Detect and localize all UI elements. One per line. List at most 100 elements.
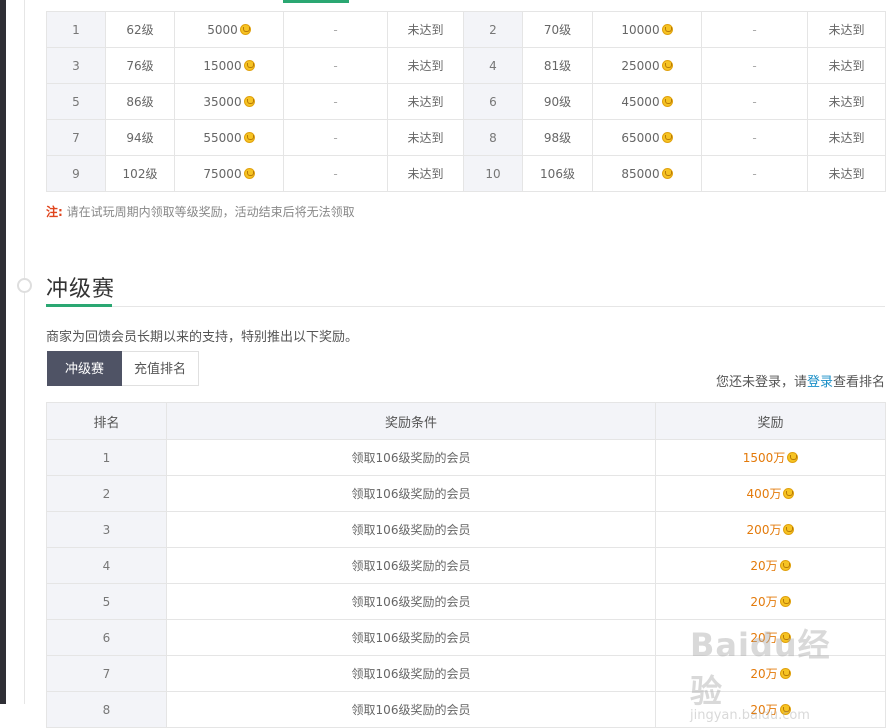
level-requirement: 90级 [522,83,593,120]
level-requirement-text: 86级 [126,95,154,109]
level-requirement-text: 81级 [543,59,572,73]
level-state-text: 未达到 [828,59,865,73]
timeline-dot-icon [17,278,32,293]
coin-icon [243,167,255,179]
level-table-row: 7 94级 55000 - 未达到 8 98级 65000 - 未达到 [46,119,886,156]
login-prompt: 您还未登录，请登录查看排名 [716,371,885,390]
level-index-text: 10 [485,166,501,181]
level-claim-status-text: - [333,22,338,37]
level-requirement: 98级 [522,119,593,156]
rank-condition: 领取106级奖励的会员 [166,439,656,476]
rank-reward: 20万 [655,583,886,620]
level-requirement-text: 102级 [122,167,158,181]
rank-condition: 领取106级奖励的会员 [166,619,656,656]
rank-number-text: 1 [102,450,111,465]
level-index: 6 [463,83,523,120]
level-index: 3 [46,47,106,84]
level-state-text: 未达到 [828,167,865,181]
level-state: 未达到 [807,83,886,120]
header-condition: 奖励条件 [166,402,656,440]
ranking-row: 6 领取106级奖励的会员 20万 [46,619,886,656]
level-reward-text: 55000 [203,130,242,145]
coin-icon [783,488,795,499]
rank-number-text: 3 [102,522,111,537]
level-reward-text: 45000 [621,94,660,109]
rank-reward: 400万 [655,475,886,512]
level-reward: 45000 [592,83,702,120]
tab-level-race[interactable]: 冲级赛 [47,351,122,386]
rank-reward: 20万 [655,619,886,656]
rank-number: 3 [46,511,167,548]
header-rank: 排名 [46,402,167,440]
section-divider [46,306,885,307]
level-index: 1 [46,11,106,48]
level-state-text: 未达到 [407,131,444,145]
level-index-text: 6 [489,94,497,109]
ranking-table: 排名 奖励条件 奖励 1 领取106级奖励的会员 1500万 2 领取106级奖励的会员… [46,402,886,728]
level-claim-status: - [701,155,808,192]
login-prefix: 您还未登录，请 [715,375,807,390]
tab-recharge-ranking[interactable]: 充值排名 [122,351,199,386]
level-requirement-text: 62级 [126,23,154,37]
login-link[interactable]: 登录 [807,375,833,390]
level-reward: 75000 [174,155,284,192]
level-reward-text: 75000 [203,166,242,181]
level-requirement-text: 76级 [126,59,154,73]
level-state: 未达到 [807,155,886,192]
coin-icon [779,596,791,607]
level-claim-status: - [283,83,388,120]
rank-condition-text: 领取106级奖励的会员 [351,451,471,465]
level-requirement-text: 94级 [126,131,154,145]
level-reward-text: 15000 [203,58,242,73]
level-state: 未达到 [387,119,464,156]
ranking-row: 8 领取106级奖励的会员 20万 [46,691,886,728]
rank-number: 1 [46,439,167,476]
rank-number: 4 [46,547,167,584]
rank-condition-text: 领取106级奖励的会员 [351,703,471,717]
ranking-table-body: 1 领取106级奖励的会员 1500万 2 领取106级奖励的会员 400万 3 领取106级… [46,439,886,728]
level-claim-status-text: - [752,22,757,37]
note-label: 注: [46,205,63,219]
level-state: 未达到 [387,155,464,192]
level-claim-status-text: - [333,130,338,145]
level-reward-text: 5000 [207,22,238,37]
level-claim-status-text: - [752,130,757,145]
level-index-text: 3 [72,58,80,73]
level-state-text: 未达到 [828,23,865,37]
level-claim-status-text: - [752,58,757,73]
level-index-text: 1 [72,22,80,37]
level-reward: 35000 [174,83,284,120]
level-state: 未达到 [807,119,886,156]
rank-number-text: 7 [102,666,111,681]
level-reward-text: 25000 [621,58,660,73]
level-reward: 5000 [174,11,284,48]
level-requirement: 102级 [105,155,175,192]
rank-condition-text: 领取106级奖励的会员 [351,667,471,681]
reward-note: 注: 请在试玩周期内领取等级奖励，活动结束后将无法领取 [46,203,355,220]
rank-reward-text: 20万 [750,559,778,573]
level-state: 未达到 [807,11,886,48]
rank-condition-text: 领取106级奖励的会员 [351,523,471,537]
level-reward-table: 1 62级 5000 - 未达到 2 70级 10000 - 未达到 3 76级 15000 - 未达到 4 8… [46,11,886,192]
level-reward: 25000 [592,47,702,84]
rank-number-text: 8 [102,702,111,717]
rank-condition-text: 领取106级奖励的会员 [351,559,471,573]
level-claim-status: - [701,119,808,156]
coin-icon [779,560,791,571]
level-claim-status: - [701,47,808,84]
level-reward-text: 85000 [621,166,660,181]
coin-icon [661,59,673,71]
level-requirement-text: 106级 [540,167,575,181]
rank-condition: 领取106级奖励的会员 [166,475,656,512]
level-claim-status-text: - [752,166,757,181]
level-requirement-text: 98级 [543,131,572,145]
level-claim-status-text: - [333,166,338,181]
level-requirement: 81级 [522,47,593,84]
ranking-tabs: 冲级赛 充值排名 [47,351,199,386]
level-state: 未达到 [387,11,464,48]
level-claim-status: - [283,47,388,84]
level-state: 未达到 [387,83,464,120]
level-requirement: 94级 [105,119,175,156]
left-edge-bar [0,0,6,704]
rank-reward: 20万 [655,691,886,728]
